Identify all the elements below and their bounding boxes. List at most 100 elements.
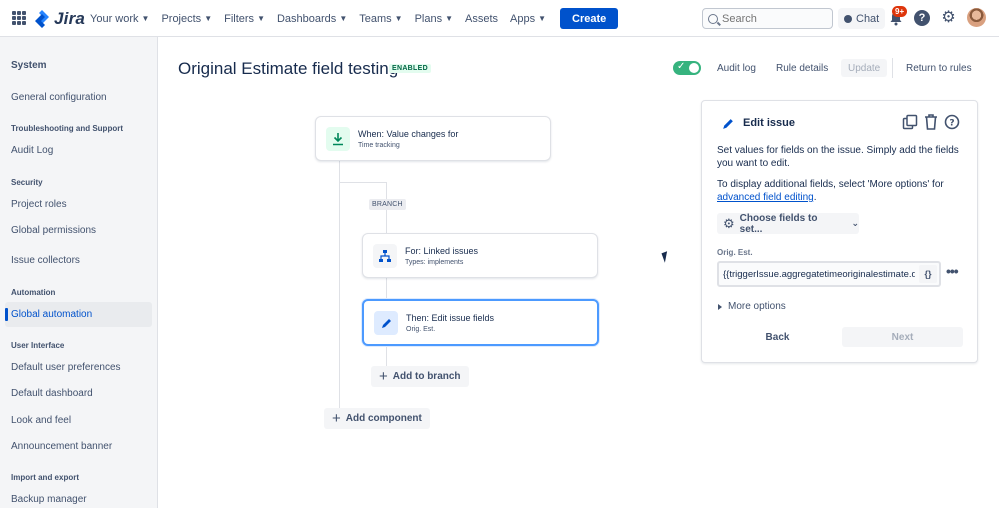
sidebar-item-announcement-banner[interactable]: Announcement banner [5, 434, 152, 459]
chat-label: Chat [856, 12, 880, 25]
nav-label: Plans [414, 12, 443, 25]
nav-apps[interactable]: Apps ▼ [504, 0, 552, 37]
chevron-down-icon: ▼ [394, 14, 403, 23]
nav-assets[interactable]: Assets [459, 0, 504, 37]
check-icon: ✓ [677, 61, 686, 72]
sidebar-group-troubleshooting: Troubleshooting and Support [11, 124, 123, 133]
rule-details-button[interactable]: Rule details [776, 59, 828, 77]
header-divider [892, 58, 893, 78]
search-icon [708, 13, 718, 24]
action-subtitle: Orig. Est. [406, 326, 436, 333]
add-component-label: Add component [345, 413, 422, 424]
nav-label: Filters [224, 12, 255, 25]
hierarchy-icon [373, 244, 397, 268]
nav-label: Assets [465, 12, 499, 25]
sidebar-group-automation: Automation [11, 288, 56, 297]
pencil-icon [374, 311, 398, 335]
orig-est-field[interactable]: {} [717, 261, 941, 287]
more-options-toggle[interactable]: More options [718, 301, 786, 312]
sidebar-item-global-automation[interactable]: Global automation [5, 302, 152, 327]
gear-icon: ⚙ [723, 215, 735, 231]
notifications-badge: 9+ [892, 6, 908, 17]
nav-filters[interactable]: Filters ▼ [218, 0, 271, 37]
sidebar-item-project-roles[interactable]: Project roles [5, 192, 152, 217]
panel-more-info: To display additional fields, select 'Mo… [717, 178, 962, 204]
chevron-down-icon: ▼ [257, 14, 265, 23]
nav-teams[interactable]: Teams ▼ [353, 0, 408, 37]
back-button[interactable]: Back [717, 327, 838, 347]
mouse-cursor [661, 251, 671, 263]
nav-plans[interactable]: Plans ▼ [409, 0, 459, 37]
trigger-card[interactable]: When: Value changes for Time tracking [315, 116, 551, 161]
action-title: Then: Edit issue fields [406, 313, 495, 323]
duplicate-icon[interactable] [901, 113, 919, 131]
smart-values-braces-button[interactable]: {} [919, 265, 937, 283]
component-config-panel: Edit issue ? Set values for fields on th… [701, 100, 978, 363]
more-actions-icon[interactable]: ••• [946, 263, 959, 279]
status-badge: ENABLED [389, 64, 431, 73]
panel-title: Edit issue [743, 117, 795, 129]
jira-logo[interactable]: Jira [34, 9, 85, 29]
nav-label: Dashboards [276, 12, 337, 25]
chevron-down-icon: ⌄ [851, 218, 859, 228]
search-input[interactable] [722, 12, 822, 25]
sidebar-item-general-configuration[interactable]: General configuration [5, 85, 152, 110]
audit-log-button[interactable]: Audit log [717, 59, 756, 77]
add-to-branch-button[interactable]: + Add to branch [371, 366, 469, 387]
branch-label: BRANCH [369, 199, 406, 210]
plus-icon: + [332, 410, 341, 427]
field-label-orig-est: Orig. Est. [717, 248, 753, 257]
trigger-subtitle: Time tracking [358, 142, 400, 149]
settings-gear-icon[interactable]: ⚙ [940, 9, 957, 26]
help-icon[interactable]: ? [914, 10, 930, 26]
add-to-branch-label: Add to branch [392, 371, 461, 382]
chevron-right-icon [718, 303, 722, 310]
sidebar-item-default-user-preferences[interactable]: Default user preferences [5, 355, 152, 380]
next-button[interactable]: Next [842, 327, 963, 347]
sidebar-item-audit-log[interactable]: Audit Log [5, 138, 152, 163]
choose-fields-dropdown[interactable]: ⚙ Choose fields to set... ⌄ [717, 213, 859, 235]
app-switcher-icon[interactable] [12, 11, 26, 25]
chevron-down-icon: ▼ [339, 14, 348, 23]
nav-projects[interactable]: Projects ▼ [155, 0, 218, 37]
create-button[interactable]: Create [560, 8, 619, 29]
svg-text:?: ? [949, 119, 954, 129]
orig-est-input[interactable] [719, 268, 915, 280]
branch-card[interactable]: For: Linked issues Types: implements [362, 233, 598, 278]
branch-title: For: Linked issues [405, 246, 479, 256]
user-avatar[interactable] [967, 8, 986, 27]
sidebar-item-global-permissions[interactable]: Global permissions [5, 218, 152, 243]
more-info-prefix: To display additional fields, select 'Mo… [717, 179, 944, 190]
action-card-edit-issue[interactable]: Then: Edit issue fields Orig. Est. [362, 299, 599, 346]
add-component-button[interactable]: + Add component [324, 408, 430, 429]
help-circle-icon[interactable]: ? [943, 113, 961, 131]
advanced-field-editing-link[interactable]: advanced field editing [717, 192, 814, 203]
jira-brand-text: Jira [54, 9, 86, 28]
page-title: Original Estimate field testing [178, 59, 399, 78]
update-button[interactable]: Update [841, 59, 888, 77]
more-info-suffix: . [813, 192, 817, 203]
nav-label: Teams [359, 12, 392, 25]
download-arrow-icon [326, 127, 350, 151]
sidebar-item-backup-manager[interactable]: Backup manager [5, 487, 152, 512]
return-to-rules-button[interactable]: Return to rules [906, 59, 972, 77]
top-navigation: Jira Your work ▼ Projects ▼ Filters ▼ Dashb… [0, 0, 999, 37]
sidebar-item-default-dashboard[interactable]: Default dashboard [5, 381, 152, 406]
sidebar-item-issue-collectors[interactable]: Issue collectors [5, 248, 152, 273]
nav-your-work[interactable]: Your work ▼ [84, 0, 155, 37]
nav-label: Projects [161, 12, 202, 25]
flow-connector-main [339, 160, 340, 408]
chat-button[interactable]: Chat [838, 8, 886, 29]
sidebar-group-user-interface: User Interface [11, 341, 65, 350]
chevron-down-icon: ▼ [141, 14, 150, 23]
sidebar-item-look-and-feel[interactable]: Look and feel [5, 408, 152, 433]
nav-dashboards[interactable]: Dashboards ▼ [271, 0, 353, 37]
more-options-label: More options [728, 301, 786, 312]
search-box[interactable] [702, 8, 833, 29]
trash-icon[interactable] [922, 113, 940, 131]
branch-subtitle: Types: implements [405, 259, 464, 266]
rule-enabled-toggle[interactable]: ✓ [673, 61, 701, 75]
chevron-down-icon: ▼ [204, 14, 213, 23]
chevron-down-icon: ▼ [445, 14, 454, 23]
nav-label: Apps [510, 12, 536, 25]
